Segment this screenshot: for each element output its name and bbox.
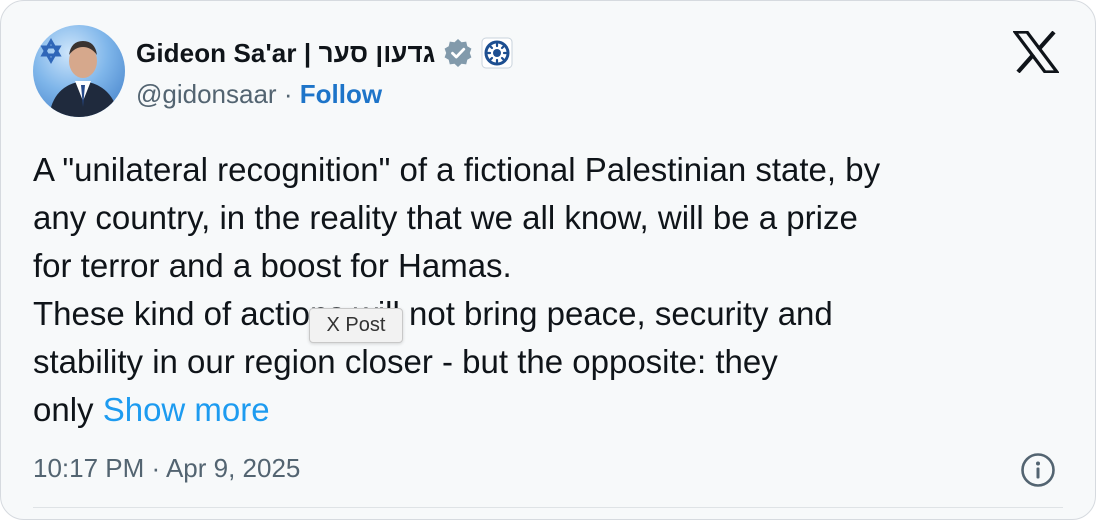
author-handle[interactable]: @gidonsaar <box>136 79 277 109</box>
government-emblem-icon <box>481 37 513 69</box>
info-icon[interactable] <box>1019 451 1057 489</box>
tooltip: X Post <box>309 308 403 343</box>
post-text-line: any country, in the reality that we all … <box>33 199 858 236</box>
post-card: Gideon Sa'ar | גדעון סער @gidonsaar · Fo… <box>0 0 1096 520</box>
x-logo-icon[interactable] <box>1011 30 1061 74</box>
post-timestamp[interactable]: 10:17 PM · Apr 9, 2025 <box>33 453 300 484</box>
verified-badge-icon <box>443 38 473 68</box>
author-display-name[interactable]: Gideon Sa'ar | גדעון סער <box>136 38 435 69</box>
post-text-last-line: only Show more <box>33 386 1073 434</box>
post-text-line: only <box>33 391 94 428</box>
handle-separator: · <box>283 79 293 109</box>
follow-button[interactable]: Follow <box>300 79 382 109</box>
show-more-link[interactable]: Show more <box>103 391 270 428</box>
avatar[interactable] <box>33 25 125 117</box>
divider <box>33 507 1063 508</box>
post-text-line: A "unilateral recognition" of a fictiona… <box>33 151 881 188</box>
post-text-line: for terror and a boost for Hamas. <box>33 247 512 284</box>
post-text: A "unilateral recognition" of a fictiona… <box>33 146 1073 434</box>
post-text-line: These kind of actions will not bring pea… <box>33 295 833 332</box>
post-text-line: stability in our region closer - but the… <box>33 343 778 380</box>
author-handle-row: @gidonsaar · Follow <box>136 79 382 110</box>
author-name-row: Gideon Sa'ar | גדעון סער <box>136 35 513 71</box>
